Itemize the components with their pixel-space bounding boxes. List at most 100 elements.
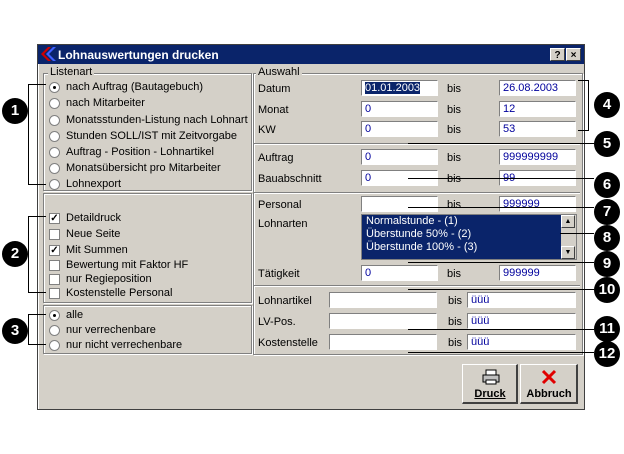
bis-label: bis [447,124,462,136]
option-checkbox-4[interactable] [49,274,60,285]
list-item[interactable]: Überstunde 50% - (2) [362,228,576,241]
monat-from-field[interactable]: 0 [361,101,438,117]
callout-line [28,84,29,184]
callout-badge-2: 2 [2,241,28,267]
scroll-up-icon[interactable]: ▲ [561,215,575,228]
printer-icon [482,369,500,385]
bis-label: bis [448,295,463,307]
datum-to-field[interactable]: 26.08.2003 [499,80,576,96]
lohnartikel-to-value: üüü [471,294,490,306]
lvpos-to-value: üüü [471,315,490,327]
lohnartikel-to-field[interactable]: üüü [467,292,576,308]
list-item[interactable]: Überstunde 100% - (3) [362,241,576,254]
option-checkbox-2[interactable]: ✓ [49,245,60,256]
verrechnung-radio-2[interactable] [49,340,60,351]
cancel-x-icon [541,369,557,385]
listenart-radio-6[interactable] [49,179,60,190]
callout-line [588,80,589,130]
auftrag-from-field[interactable]: 0 [361,149,438,165]
listenart-option-label: Stunden SOLL/IST mit Zeitvorgabe [66,130,237,142]
listenart-radio-4[interactable] [49,147,60,158]
listenart-radio-0[interactable] [49,82,60,93]
listenart-legend: Listenart [48,66,95,78]
taetigkeit-from-field[interactable]: 0 [361,265,438,281]
option-checkbox-label: nur Regieposition [66,273,152,285]
taetigkeit-to-field[interactable]: 999999 [499,265,576,281]
kw-label: KW [258,124,276,136]
listenart-option-label: Monatsübersicht pro Mitarbeiter [66,162,221,174]
kw-from-field[interactable]: 0 [361,121,438,137]
kostenstelle-to-field[interactable]: üüü [467,334,576,350]
callout-badge-6: 6 [594,172,620,198]
lohnartikel-from-field[interactable] [329,292,437,308]
callout-line [408,178,594,179]
option-checkbox-label: Bewertung mit Faktor HF [66,259,189,271]
personal-from-field[interactable] [361,196,438,212]
auftrag-from-value: 0 [365,151,372,163]
taetigkeit-label: Tätigkeit [258,268,300,280]
lohnartikel-label: Lohnartikel [258,295,312,307]
option-checkbox-5[interactable] [49,288,60,299]
personal-to-field[interactable]: 999999 [499,196,576,212]
lvpos-to-field[interactable]: üüü [467,313,576,329]
personal-to-value: 999999 [503,198,540,210]
listenart-option-label: Auftrag - Position - Lohnartikel [66,146,214,158]
kw-to-field[interactable]: 53 [499,121,576,137]
callout-badge-8: 8 [594,225,620,251]
bis-label: bis [447,83,462,95]
list-item[interactable]: Normalstunde - (1) [362,215,576,228]
listenart-option-label: nach Auftrag (Bautagebuch) [66,81,203,93]
auftrag-to-value: 999999999 [503,151,559,163]
listenart-radio-3[interactable] [49,131,60,142]
callout-line [408,207,594,208]
lvpos-label: LV-Pos. [258,316,296,328]
close-button[interactable]: × [566,48,581,61]
kostenstelle-label: Kostenstelle [258,337,318,349]
help-button[interactable]: ? [550,48,565,61]
option-checkbox-3[interactable] [49,260,60,271]
listenart-radio-5[interactable] [49,163,60,174]
callout-badge-12: 12 [594,341,620,367]
druck-button[interactable]: Druck [462,364,518,404]
lohnarten-label: Lohnarten [258,218,308,230]
bauabschnitt-label: Bauabschnitt [258,173,322,185]
callout-line [408,262,594,263]
callout-line [28,184,46,185]
scroll-down-icon[interactable]: ▼ [561,246,575,259]
abbruch-button[interactable]: Abbruch [520,364,578,404]
personal-label: Personal [258,199,302,211]
callout-line [28,216,46,217]
title-bar[interactable]: Lohnauswertungen drucken ? × [38,45,584,64]
window-title: Lohnauswertungen drucken [58,48,219,62]
option-checkbox-label: Neue Seite [66,228,121,240]
monat-from-value: 0 [365,103,372,115]
callout-badge-10: 10 [594,277,620,303]
callout-badge-3: 3 [2,318,28,344]
lvpos-from-field[interactable] [329,313,437,329]
listenart-radio-1[interactable] [49,98,60,109]
verrechnung-option-label: nur verrechenbare [66,324,156,336]
app-icon [41,47,56,61]
lohnarten-listbox[interactable]: Normalstunde - (1) Überstunde 50% - (2) … [361,214,577,260]
kostenstelle-to-value: üüü [471,336,490,348]
datum-from-value: 01.01.2003 [365,82,421,94]
callout-line [408,143,594,144]
option-checkbox-1[interactable] [49,229,60,240]
verrechnung-radio-0[interactable] [49,310,60,321]
option-checkbox-label: Kostenstelle Personal [66,287,173,299]
kostenstelle-from-field[interactable] [329,334,437,350]
callout-line [28,344,46,345]
option-checkbox-0[interactable]: ✓ [49,213,60,224]
auftrag-label: Auftrag [258,152,294,164]
verrechnung-radio-1[interactable] [49,325,60,336]
auftrag-to-field[interactable]: 999999999 [499,149,576,165]
kw-to-value: 53 [503,123,516,135]
monat-to-field[interactable]: 12 [499,101,576,117]
listenart-radio-2[interactable] [49,115,60,126]
lohnarten-scrollbar[interactable]: ▲ ▼ [561,215,576,259]
auswahl-legend: Auswahl [256,66,302,78]
datum-from-field[interactable]: 01.01.2003 [361,80,438,96]
taetigkeit-from-value: 0 [365,267,372,279]
divider [254,285,580,287]
callout-badge-1: 1 [2,98,28,124]
